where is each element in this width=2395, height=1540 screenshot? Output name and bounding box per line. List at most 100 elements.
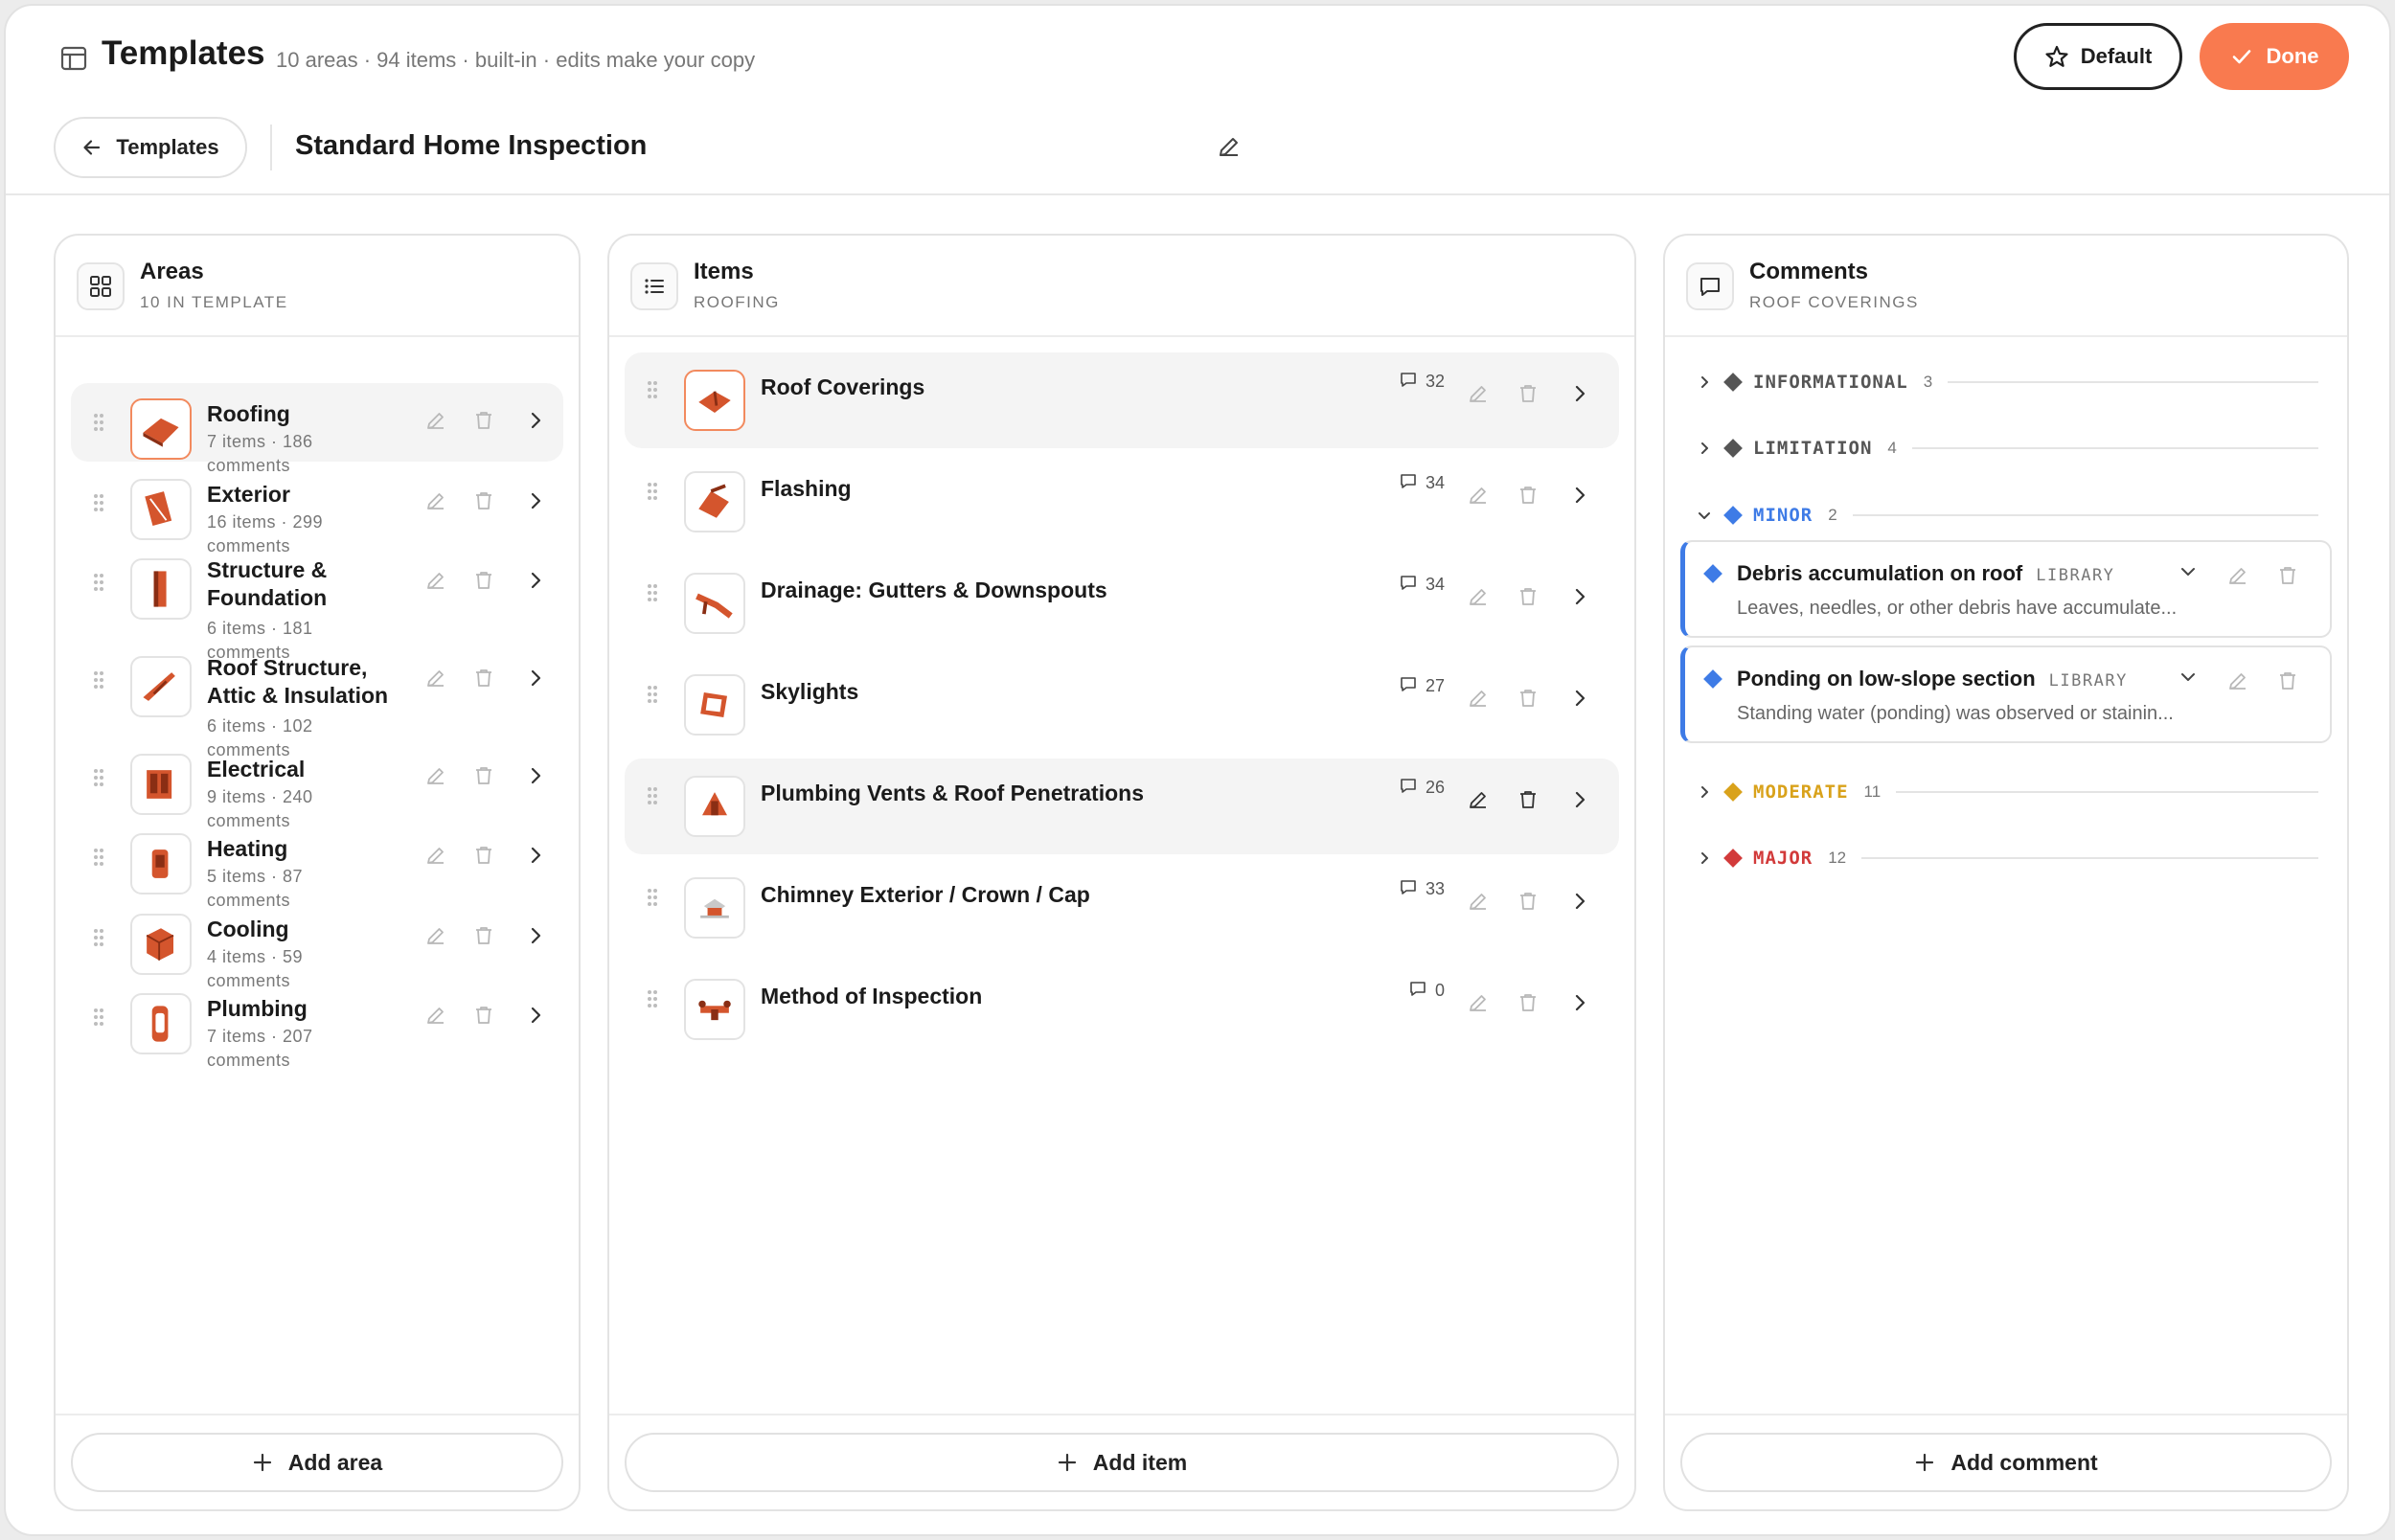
edit-icon[interactable]: [1466, 990, 1491, 1015]
add-comment-button[interactable]: Add comment: [1680, 1433, 2332, 1492]
edit-icon[interactable]: [2225, 563, 2250, 588]
area-row[interactable]: Heating 5 items · 87 comments: [71, 818, 563, 910]
area-row[interactable]: Electrical 9 items · 240 comments: [71, 738, 563, 830]
drag-handle-icon[interactable]: [92, 572, 105, 593]
chevron-down-icon[interactable]: [1696, 507, 1713, 524]
trash-icon[interactable]: [1516, 889, 1540, 914]
drag-handle-icon[interactable]: [92, 847, 105, 868]
drag-handle-icon[interactable]: [92, 927, 105, 948]
edit-icon[interactable]: [2225, 668, 2250, 693]
edit-icon[interactable]: [423, 843, 448, 868]
item-row[interactable]: Skylights 27: [625, 657, 1619, 753]
item-row[interactable]: Plumbing Vents & Roof Penetrations 26: [625, 759, 1619, 854]
trash-icon[interactable]: [1516, 584, 1540, 609]
drag-handle-icon[interactable]: [646, 582, 659, 603]
chevron-right-icon[interactable]: [1696, 783, 1713, 801]
drag-handle-icon[interactable]: [92, 669, 105, 691]
edit-icon[interactable]: [423, 666, 448, 691]
chevron-right-icon[interactable]: [523, 843, 548, 868]
back-to-templates-button[interactable]: Templates: [54, 117, 247, 178]
chevron-right-icon[interactable]: [1567, 990, 1592, 1015]
edit-icon[interactable]: [423, 923, 448, 948]
chevron-right-icon[interactable]: [523, 568, 548, 593]
drag-handle-icon[interactable]: [646, 988, 659, 1009]
trash-icon[interactable]: [1516, 483, 1540, 508]
trash-icon[interactable]: [1516, 990, 1540, 1015]
edit-name-icon[interactable]: [1215, 132, 1243, 161]
default-button[interactable]: Default: [2014, 23, 2182, 90]
edit-icon[interactable]: [1466, 889, 1491, 914]
edit-icon[interactable]: [1466, 686, 1491, 711]
area-row[interactable]: Structure & Foundation 6 items · 181 commen…: [71, 543, 563, 662]
chevron-right-icon[interactable]: [1696, 440, 1713, 457]
done-button[interactable]: Done: [2200, 23, 2349, 90]
item-row[interactable]: Roof Coverings 32: [625, 352, 1619, 448]
severity-group-informational[interactable]: INFORMATIONAL 3: [1696, 368, 2318, 396]
area-row[interactable]: Plumbing 7 items · 207 comments: [71, 978, 563, 1070]
comment-card[interactable]: Ponding on low-slope section LIBRARY Stand…: [1680, 645, 2332, 743]
severity-group-moderate[interactable]: MODERATE 11: [1696, 778, 2318, 806]
chevron-right-icon[interactable]: [1567, 889, 1592, 914]
trash-icon[interactable]: [1516, 787, 1540, 812]
trash-icon[interactable]: [1516, 381, 1540, 406]
drag-handle-icon[interactable]: [646, 785, 659, 806]
edit-icon[interactable]: [1466, 381, 1491, 406]
chevron-right-icon[interactable]: [1696, 849, 1713, 867]
add-item-button[interactable]: Add item: [625, 1433, 1619, 1492]
severity-group-limitation[interactable]: LIMITATION 4: [1696, 434, 2318, 463]
chevron-right-icon[interactable]: [1567, 584, 1592, 609]
expand-chevron-icon[interactable]: [2176, 665, 2201, 690]
chevron-right-icon[interactable]: [523, 488, 548, 513]
trash-icon[interactable]: [471, 843, 496, 868]
drag-handle-icon[interactable]: [646, 887, 659, 908]
trash-icon[interactable]: [471, 923, 496, 948]
chevron-right-icon[interactable]: [1696, 374, 1713, 391]
chevron-right-icon[interactable]: [523, 923, 548, 948]
drag-handle-icon[interactable]: [92, 492, 105, 513]
drag-handle-icon[interactable]: [92, 767, 105, 788]
area-row[interactable]: Roofing 7 items · 186 comments: [71, 383, 563, 475]
trash-icon[interactable]: [2275, 563, 2300, 588]
drag-handle-icon[interactable]: [92, 412, 105, 433]
edit-icon[interactable]: [423, 488, 448, 513]
drag-handle-icon[interactable]: [646, 379, 659, 400]
area-row[interactable]: Cooling 4 items · 59 comments: [71, 898, 563, 990]
area-row[interactable]: Roof Structure, Attic & Insulation 6 items…: [71, 641, 563, 759]
edit-icon[interactable]: [1466, 787, 1491, 812]
drag-handle-icon[interactable]: [92, 1007, 105, 1028]
trash-icon[interactable]: [471, 568, 496, 593]
chevron-right-icon[interactable]: [1567, 381, 1592, 406]
drag-handle-icon[interactable]: [646, 684, 659, 705]
severity-group-minor[interactable]: MINOR 2: [1696, 501, 2318, 530]
chevron-right-icon[interactable]: [523, 1003, 548, 1028]
trash-icon[interactable]: [471, 763, 496, 788]
trash-icon[interactable]: [471, 488, 496, 513]
trash-icon[interactable]: [471, 666, 496, 691]
edit-icon[interactable]: [423, 763, 448, 788]
drag-handle-icon[interactable]: [646, 481, 659, 502]
chevron-right-icon[interactable]: [1567, 787, 1592, 812]
item-row[interactable]: Chimney Exterior / Crown / Cap 33: [625, 860, 1619, 956]
comment-card[interactable]: Debris accumulation on roof LIBRARY Leaves…: [1680, 540, 2332, 638]
trash-icon[interactable]: [1516, 686, 1540, 711]
edit-icon[interactable]: [1466, 483, 1491, 508]
severity-group-major[interactable]: MAJOR 12: [1696, 844, 2318, 872]
edit-icon[interactable]: [423, 568, 448, 593]
edit-icon[interactable]: [423, 408, 448, 433]
chevron-right-icon[interactable]: [1567, 483, 1592, 508]
item-row[interactable]: Method of Inspection 0: [625, 962, 1619, 1057]
chevron-right-icon[interactable]: [523, 763, 548, 788]
chevron-right-icon[interactable]: [523, 408, 548, 433]
chevron-right-icon[interactable]: [1567, 686, 1592, 711]
trash-icon[interactable]: [471, 1003, 496, 1028]
area-row[interactable]: Exterior 16 items · 299 comments: [71, 464, 563, 555]
item-row[interactable]: Drainage: Gutters & Downspouts 34: [625, 555, 1619, 651]
edit-icon[interactable]: [423, 1003, 448, 1028]
item-row[interactable]: Flashing 34: [625, 454, 1619, 550]
trash-icon[interactable]: [471, 408, 496, 433]
expand-chevron-icon[interactable]: [2176, 559, 2201, 584]
add-area-button[interactable]: Add area: [71, 1433, 563, 1492]
edit-icon[interactable]: [1466, 584, 1491, 609]
chevron-right-icon[interactable]: [523, 666, 548, 691]
trash-icon[interactable]: [2275, 668, 2300, 693]
